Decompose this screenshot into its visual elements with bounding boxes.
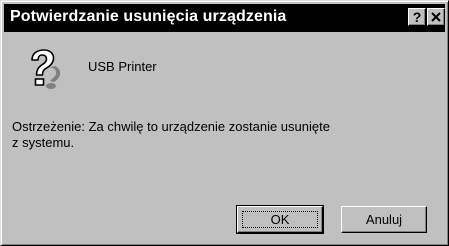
warning-line-1: Ostrzeżenie: Za chwilę to urządzenie zos… bbox=[12, 119, 330, 134]
question-mark-icon bbox=[31, 49, 61, 89]
cancel-button[interactable]: Anuluj bbox=[341, 206, 427, 233]
warning-message: Ostrzeżenie: Za chwilę to urządzenie zos… bbox=[12, 119, 330, 151]
help-button[interactable]: ? bbox=[408, 8, 426, 26]
window-title: Potwierdzanie usunięcia urządzenia bbox=[10, 8, 287, 25]
warning-line-2: z systemu. bbox=[12, 135, 75, 150]
title-bar[interactable]: Potwierdzanie usunięcia urządzenia ? bbox=[4, 4, 445, 32]
confirm-device-removal-dialog: Potwierdzanie usunięcia urządzenia ? USB… bbox=[0, 0, 449, 246]
ok-button-label: OK bbox=[242, 211, 318, 228]
close-icon bbox=[431, 12, 441, 22]
ok-button[interactable]: OK bbox=[236, 205, 324, 234]
close-button[interactable] bbox=[427, 8, 445, 26]
device-name: USB Printer bbox=[88, 59, 157, 74]
